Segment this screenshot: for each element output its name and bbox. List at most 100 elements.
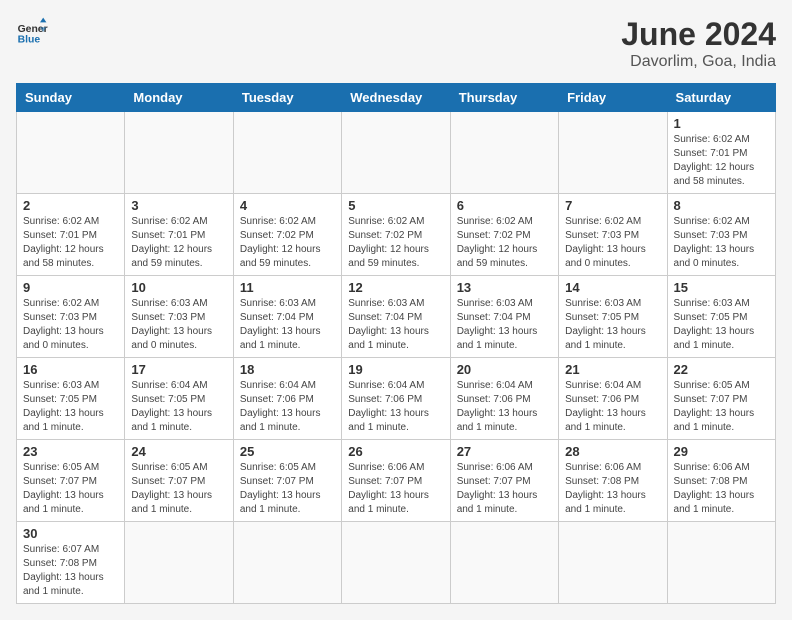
day-info: Sunrise: 6:03 AM Sunset: 7:04 PM Dayligh… <box>457 297 552 353</box>
table-row: 20 Sunrise: 6:04 AM Sunset: 7:06 PM Dayli… <box>450 358 558 440</box>
table-row <box>450 112 558 194</box>
calendar-week-row: 2 Sunrise: 6:02 AM Sunset: 7:01 PM Daylig… <box>17 194 776 276</box>
day-number: 30 <box>23 526 118 541</box>
header-thursday: Thursday <box>450 84 558 112</box>
logo: General Blue <box>16 16 48 48</box>
day-number: 18 <box>240 362 335 377</box>
day-number: 29 <box>674 444 769 459</box>
day-number: 8 <box>674 198 769 213</box>
day-info: Sunrise: 6:05 AM Sunset: 7:07 PM Dayligh… <box>131 461 226 517</box>
header-sunday: Sunday <box>17 84 125 112</box>
day-number: 28 <box>565 444 660 459</box>
table-row: 9Sunrise: 6:02 AM Sunset: 7:03 PM Daylig… <box>17 276 125 358</box>
table-row: 3 Sunrise: 6:02 AM Sunset: 7:01 PM Daylig… <box>125 194 233 276</box>
day-info: Sunrise: 6:04 AM Sunset: 7:06 PM Dayligh… <box>457 379 552 435</box>
header-tuesday: Tuesday <box>233 84 341 112</box>
table-row: 27 Sunrise: 6:06 AM Sunset: 7:07 PM Dayli… <box>450 440 558 522</box>
day-number: 3 <box>131 198 226 213</box>
table-row <box>667 522 775 604</box>
day-number: 1 <box>674 116 769 131</box>
day-info: Sunrise: 6:06 AM Sunset: 7:07 PM Dayligh… <box>457 461 552 517</box>
month-title: June 2024 <box>621 16 776 53</box>
day-info: Sunrise: 6:03 AM Sunset: 7:04 PM Dayligh… <box>240 297 335 353</box>
day-number: 4 <box>240 198 335 213</box>
table-row: 2Sunrise: 6:02 AM Sunset: 7:01 PM Daylig… <box>17 194 125 276</box>
table-row <box>233 522 341 604</box>
table-row: 15Sunrise: 6:03 AM Sunset: 7:05 PM Dayli… <box>667 276 775 358</box>
header-friday: Friday <box>559 84 667 112</box>
day-info: Sunrise: 6:02 AM Sunset: 7:03 PM Dayligh… <box>565 215 660 271</box>
table-row: 13 Sunrise: 6:03 AM Sunset: 7:04 PM Dayli… <box>450 276 558 358</box>
day-info: Sunrise: 6:04 AM Sunset: 7:06 PM Dayligh… <box>348 379 443 435</box>
table-row <box>17 112 125 194</box>
table-row <box>342 522 450 604</box>
calendar-week-row: 16 Sunrise: 6:03 AM Sunset: 7:05 PM Dayli… <box>17 358 776 440</box>
day-info: Sunrise: 6:02 AM Sunset: 7:02 PM Dayligh… <box>348 215 443 271</box>
table-row: 7Sunrise: 6:02 AM Sunset: 7:03 PM Daylig… <box>559 194 667 276</box>
calendar-week-row: 1Sunrise: 6:02 AM Sunset: 7:01 PM Daylig… <box>17 112 776 194</box>
day-info: Sunrise: 6:02 AM Sunset: 7:01 PM Dayligh… <box>131 215 226 271</box>
table-row: 28 Sunrise: 6:06 AM Sunset: 7:08 PM Dayli… <box>559 440 667 522</box>
day-info: Sunrise: 6:03 AM Sunset: 7:03 PM Dayligh… <box>131 297 226 353</box>
day-info: Sunrise: 6:07 AM Sunset: 7:08 PM Dayligh… <box>23 543 118 599</box>
table-row <box>125 522 233 604</box>
day-number: 27 <box>457 444 552 459</box>
table-row <box>233 112 341 194</box>
calendar: Sunday Monday Tuesday Wednesday Thursday… <box>16 83 776 604</box>
table-row: 11Sunrise: 6:03 AM Sunset: 7:04 PM Dayli… <box>233 276 341 358</box>
day-number: 15 <box>674 280 769 295</box>
day-info: Sunrise: 6:05 AM Sunset: 7:07 PM Dayligh… <box>240 461 335 517</box>
day-number: 25 <box>240 444 335 459</box>
day-info: Sunrise: 6:05 AM Sunset: 7:07 PM Dayligh… <box>674 379 769 435</box>
day-info: Sunrise: 6:05 AM Sunset: 7:07 PM Dayligh… <box>23 461 118 517</box>
header-wednesday: Wednesday <box>342 84 450 112</box>
day-info: Sunrise: 6:02 AM Sunset: 7:02 PM Dayligh… <box>240 215 335 271</box>
table-row: 24Sunrise: 6:05 AM Sunset: 7:07 PM Dayli… <box>125 440 233 522</box>
day-number: 6 <box>457 198 552 213</box>
table-row <box>559 112 667 194</box>
table-row: 30 Sunrise: 6:07 AM Sunset: 7:08 PM Dayli… <box>17 522 125 604</box>
day-info: Sunrise: 6:06 AM Sunset: 7:08 PM Dayligh… <box>674 461 769 517</box>
day-number: 20 <box>457 362 552 377</box>
day-info: Sunrise: 6:02 AM Sunset: 7:03 PM Dayligh… <box>674 215 769 271</box>
table-row: 21 Sunrise: 6:04 AM Sunset: 7:06 PM Dayli… <box>559 358 667 440</box>
table-row: 8 Sunrise: 6:02 AM Sunset: 7:03 PM Daylig… <box>667 194 775 276</box>
table-row: 26 Sunrise: 6:06 AM Sunset: 7:07 PM Dayli… <box>342 440 450 522</box>
table-row: 17Sunrise: 6:04 AM Sunset: 7:05 PM Dayli… <box>125 358 233 440</box>
day-number: 26 <box>348 444 443 459</box>
table-row: 23 Sunrise: 6:05 AM Sunset: 7:07 PM Dayli… <box>17 440 125 522</box>
day-number: 16 <box>23 362 118 377</box>
day-number: 2 <box>23 198 118 213</box>
header-saturday: Saturday <box>667 84 775 112</box>
table-row: 1Sunrise: 6:02 AM Sunset: 7:01 PM Daylig… <box>667 112 775 194</box>
day-info: Sunrise: 6:03 AM Sunset: 7:05 PM Dayligh… <box>565 297 660 353</box>
title-area: June 2024 Davorlim, Goa, India <box>621 16 776 71</box>
day-info: Sunrise: 6:06 AM Sunset: 7:08 PM Dayligh… <box>565 461 660 517</box>
day-number: 5 <box>348 198 443 213</box>
table-row: 19 Sunrise: 6:04 AM Sunset: 7:06 PM Dayli… <box>342 358 450 440</box>
day-number: 21 <box>565 362 660 377</box>
day-info: Sunrise: 6:02 AM Sunset: 7:02 PM Dayligh… <box>457 215 552 271</box>
table-row <box>559 522 667 604</box>
day-info: Sunrise: 6:04 AM Sunset: 7:06 PM Dayligh… <box>565 379 660 435</box>
day-number: 13 <box>457 280 552 295</box>
table-row: 12Sunrise: 6:03 AM Sunset: 7:04 PM Dayli… <box>342 276 450 358</box>
day-info: Sunrise: 6:03 AM Sunset: 7:04 PM Dayligh… <box>348 297 443 353</box>
day-info: Sunrise: 6:04 AM Sunset: 7:06 PM Dayligh… <box>240 379 335 435</box>
table-row: 25 Sunrise: 6:05 AM Sunset: 7:07 PM Dayli… <box>233 440 341 522</box>
day-info: Sunrise: 6:06 AM Sunset: 7:07 PM Dayligh… <box>348 461 443 517</box>
day-number: 23 <box>23 444 118 459</box>
day-info: Sunrise: 6:03 AM Sunset: 7:05 PM Dayligh… <box>23 379 118 435</box>
logo-icon: General Blue <box>16 16 48 48</box>
day-number: 19 <box>348 362 443 377</box>
calendar-week-row: 23 Sunrise: 6:05 AM Sunset: 7:07 PM Dayli… <box>17 440 776 522</box>
table-row: 10Sunrise: 6:03 AM Sunset: 7:03 PM Dayli… <box>125 276 233 358</box>
table-row <box>125 112 233 194</box>
calendar-header-row: Sunday Monday Tuesday Wednesday Thursday… <box>17 84 776 112</box>
table-row: 4 Sunrise: 6:02 AM Sunset: 7:02 PM Daylig… <box>233 194 341 276</box>
calendar-week-row: 9Sunrise: 6:02 AM Sunset: 7:03 PM Daylig… <box>17 276 776 358</box>
header: General Blue June 2024 Davorlim, Goa, In… <box>16 16 776 71</box>
header-monday: Monday <box>125 84 233 112</box>
table-row: 5 Sunrise: 6:02 AM Sunset: 7:02 PM Daylig… <box>342 194 450 276</box>
location: Davorlim, Goa, India <box>621 53 776 71</box>
